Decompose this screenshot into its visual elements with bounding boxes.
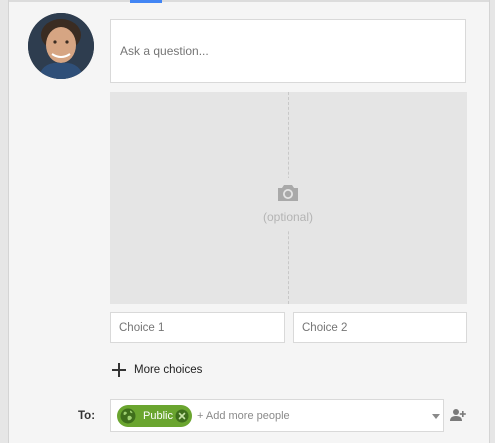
plus-icon — [112, 363, 126, 377]
share-recipients-field[interactable]: Public + Add more people — [110, 399, 444, 432]
photo-upload-area[interactable]: (optional) — [110, 92, 467, 304]
more-choices-label: More choices — [134, 364, 203, 376]
more-choices-button[interactable]: More choices — [112, 360, 202, 380]
avatar-image — [28, 13, 94, 79]
question-input[interactable] — [110, 19, 466, 83]
right-frame — [489, 0, 495, 443]
add-people-input[interactable]: + Add more people — [197, 410, 290, 422]
left-frame — [0, 0, 9, 443]
add-person-icon[interactable] — [450, 408, 466, 422]
active-tab-indicator — [130, 0, 162, 3]
photo-upload-center: (optional) — [238, 178, 338, 230]
to-label: To: — [78, 410, 96, 422]
public-chip-label: Public — [143, 410, 173, 422]
avatar — [28, 13, 94, 79]
close-circle-icon[interactable] — [175, 409, 189, 423]
top-border — [9, 0, 489, 2]
choice-2-input[interactable] — [293, 312, 467, 343]
photo-optional-label: (optional) — [262, 210, 314, 224]
globe-icon — [120, 408, 136, 424]
chevron-down-icon[interactable] — [432, 414, 440, 419]
camera-icon — [278, 185, 298, 201]
choice-1-input[interactable] — [110, 312, 285, 343]
public-chip[interactable]: Public — [117, 405, 192, 427]
